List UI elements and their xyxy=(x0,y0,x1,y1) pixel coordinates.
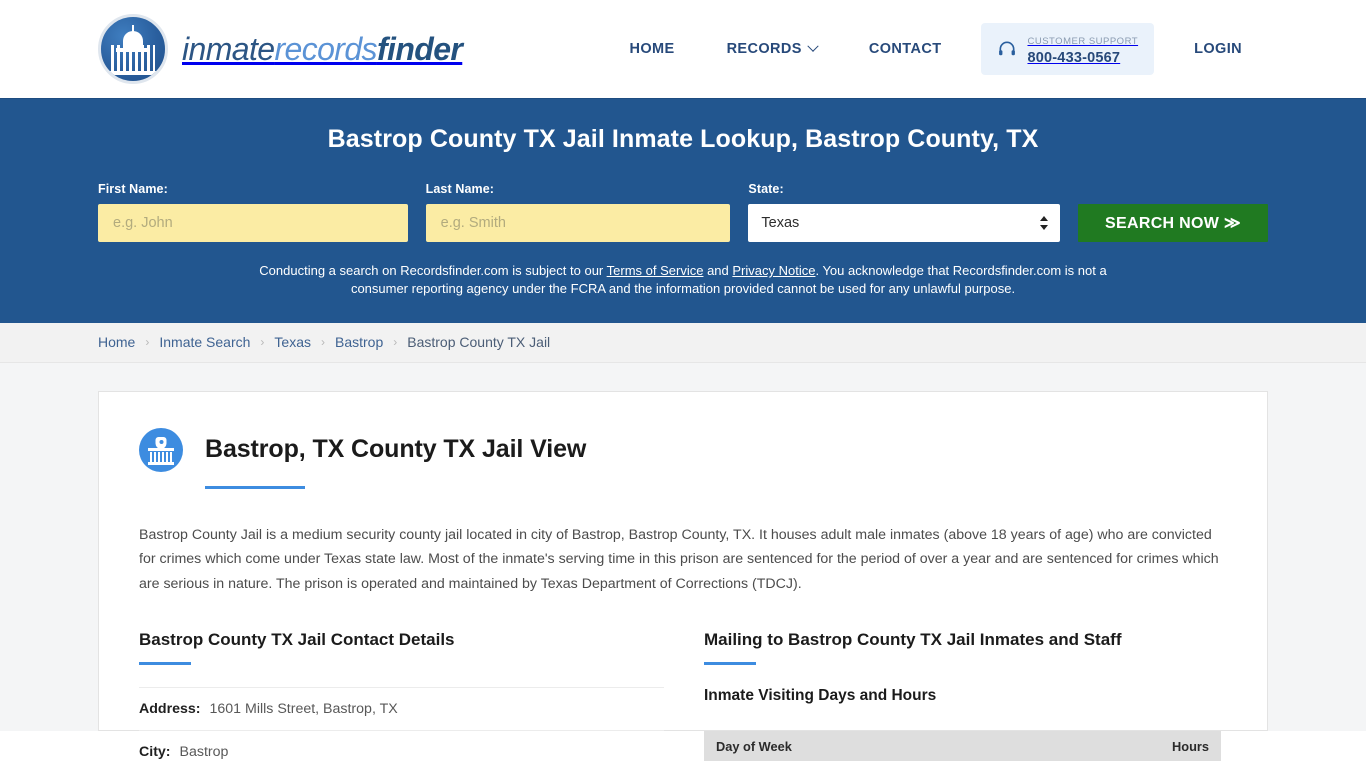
hero-search-banner: Bastrop County TX Jail Inmate Lookup, Ba… xyxy=(0,98,1366,323)
contact-details-list: Address: 1601 Mills Street, Bastrop, TX … xyxy=(139,687,664,768)
headset-icon xyxy=(999,41,1016,56)
mailing-heading-underline xyxy=(704,662,756,666)
state-field-group: State: xyxy=(748,182,1060,242)
breadcrumb-current: Bastrop County TX Jail xyxy=(407,334,551,351)
nav-records[interactable]: RECORDS xyxy=(701,40,843,57)
chevron-down-icon xyxy=(807,40,819,52)
jail-building-icon xyxy=(139,427,183,472)
nav-home[interactable]: HOME xyxy=(603,41,700,57)
table-row: Address: 1601 Mills Street, Bastrop, TX xyxy=(139,687,664,730)
visiting-hours-table: Day of Week Hours xyxy=(704,731,1221,762)
privacy-notice-link[interactable]: Privacy Notice xyxy=(732,263,815,278)
address-label: Address: xyxy=(139,701,201,718)
search-now-button[interactable]: SEARCH NOW ≫ xyxy=(1078,204,1268,242)
breadcrumb-separator-icon: › xyxy=(321,335,325,350)
first-name-input[interactable] xyxy=(98,204,408,242)
breadcrumb-separator-icon: › xyxy=(260,335,265,350)
column-header-hours: Hours xyxy=(1172,738,1209,754)
login-label: LOGIN xyxy=(1194,41,1242,57)
page-title-underline xyxy=(205,485,305,489)
state-select-wrapper xyxy=(748,204,1060,242)
breadcrumb-texas[interactable]: Texas xyxy=(274,334,311,350)
breadcrumb-bar: Home › Inmate Search › Texas › Bastrop ›… xyxy=(0,322,1366,363)
column-header-day-of-week: Day of Week xyxy=(716,738,792,754)
nav-contact[interactable]: CONTACT xyxy=(843,41,968,57)
visiting-hours-heading: Inmate Visiting Days and Hours xyxy=(704,687,937,705)
first-name-field-group: First Name: xyxy=(98,182,408,242)
jail-description: Bastrop County Jail is a medium security… xyxy=(139,526,1219,592)
breadcrumb-separator-icon: › xyxy=(393,335,398,350)
nav-home-label: HOME xyxy=(629,41,675,57)
address-value: 1601 Mills Street, Bastrop, TX xyxy=(209,701,398,718)
last-name-input[interactable] xyxy=(425,204,731,242)
login-link[interactable]: LOGIN xyxy=(1168,41,1268,57)
breadcrumb-separator-icon: › xyxy=(145,335,150,350)
first-name-label: First Name: xyxy=(98,182,168,196)
breadcrumb-bastrop[interactable]: Bastrop xyxy=(335,334,383,350)
breadcrumb-home[interactable]: Home xyxy=(98,334,135,350)
details-columns: Bastrop County TX Jail Contact Details A… xyxy=(139,630,1227,768)
page-background: Bastrop, TX County TX Jail View Bastrop … xyxy=(0,362,1366,762)
last-name-field-group: Last Name: xyxy=(425,182,731,242)
logo-wordmark: inmaterecordsfinder xyxy=(182,30,463,68)
breadcrumb-inmate-search[interactable]: Inmate Search xyxy=(159,334,250,350)
support-label: CUSTOMER SUPPORT xyxy=(1027,35,1139,47)
capitol-dome-icon xyxy=(98,14,168,84)
hero-title: Bastrop County TX Jail Inmate Lookup, Ba… xyxy=(327,125,1039,153)
inmate-search-form: First Name: Last Name: State: SEARCH NOW… xyxy=(98,182,1268,242)
breadcrumb: Home › Inmate Search › Texas › Bastrop ›… xyxy=(98,334,550,350)
content-card: Bastrop, TX County TX Jail View Bastrop … xyxy=(98,390,1268,762)
search-disclaimer: Conducting a search on Recordsfinder.com… xyxy=(257,262,1109,299)
disclaimer-part-1: Conducting a search on Recordsfinder.com… xyxy=(259,263,607,278)
contact-details-column: Bastrop County TX Jail Contact Details A… xyxy=(139,630,704,768)
customer-support-box[interactable]: CUSTOMER SUPPORT 800-433-0567 xyxy=(981,22,1155,76)
table-row: City: Bastrop xyxy=(139,730,664,768)
page-title: Bastrop, TX County TX Jail View xyxy=(205,435,587,464)
mailing-column: Mailing to Bastrop County TX Jail Inmate… xyxy=(704,630,1227,768)
last-name-label: Last Name: xyxy=(425,182,495,196)
contact-heading-underline xyxy=(139,662,191,666)
main-navigation: HOME RECORDS CONTACT CUSTOMER SUPPORT 80… xyxy=(603,22,1268,76)
support-phone: 800-433-0567 xyxy=(1027,50,1121,66)
disclaimer-part-2: and xyxy=(703,263,733,278)
contact-details-heading: Bastrop County TX Jail Contact Details xyxy=(139,630,455,650)
nav-records-label: RECORDS xyxy=(726,41,802,57)
logo-text-finder: finder xyxy=(376,30,463,67)
city-value: Bastrop xyxy=(179,744,229,761)
logo-text-inmate: inmate xyxy=(182,30,275,67)
site-logo[interactable]: inmaterecordsfinder xyxy=(98,14,463,84)
city-label: City: xyxy=(139,744,171,761)
terms-of-service-link[interactable]: Terms of Service xyxy=(607,263,704,278)
table-header-row: Day of Week Hours xyxy=(704,731,1221,762)
logo-text-records: records xyxy=(274,30,377,67)
nav-contact-label: CONTACT xyxy=(868,41,942,57)
page-title-row: Bastrop, TX County TX Jail View xyxy=(139,427,1227,472)
mailing-heading: Mailing to Bastrop County TX Jail Inmate… xyxy=(704,630,1122,650)
state-label: State: xyxy=(748,182,784,196)
site-header: inmaterecordsfinder HOME RECORDS CONTACT… xyxy=(0,0,1366,98)
state-select[interactable] xyxy=(748,204,1060,242)
